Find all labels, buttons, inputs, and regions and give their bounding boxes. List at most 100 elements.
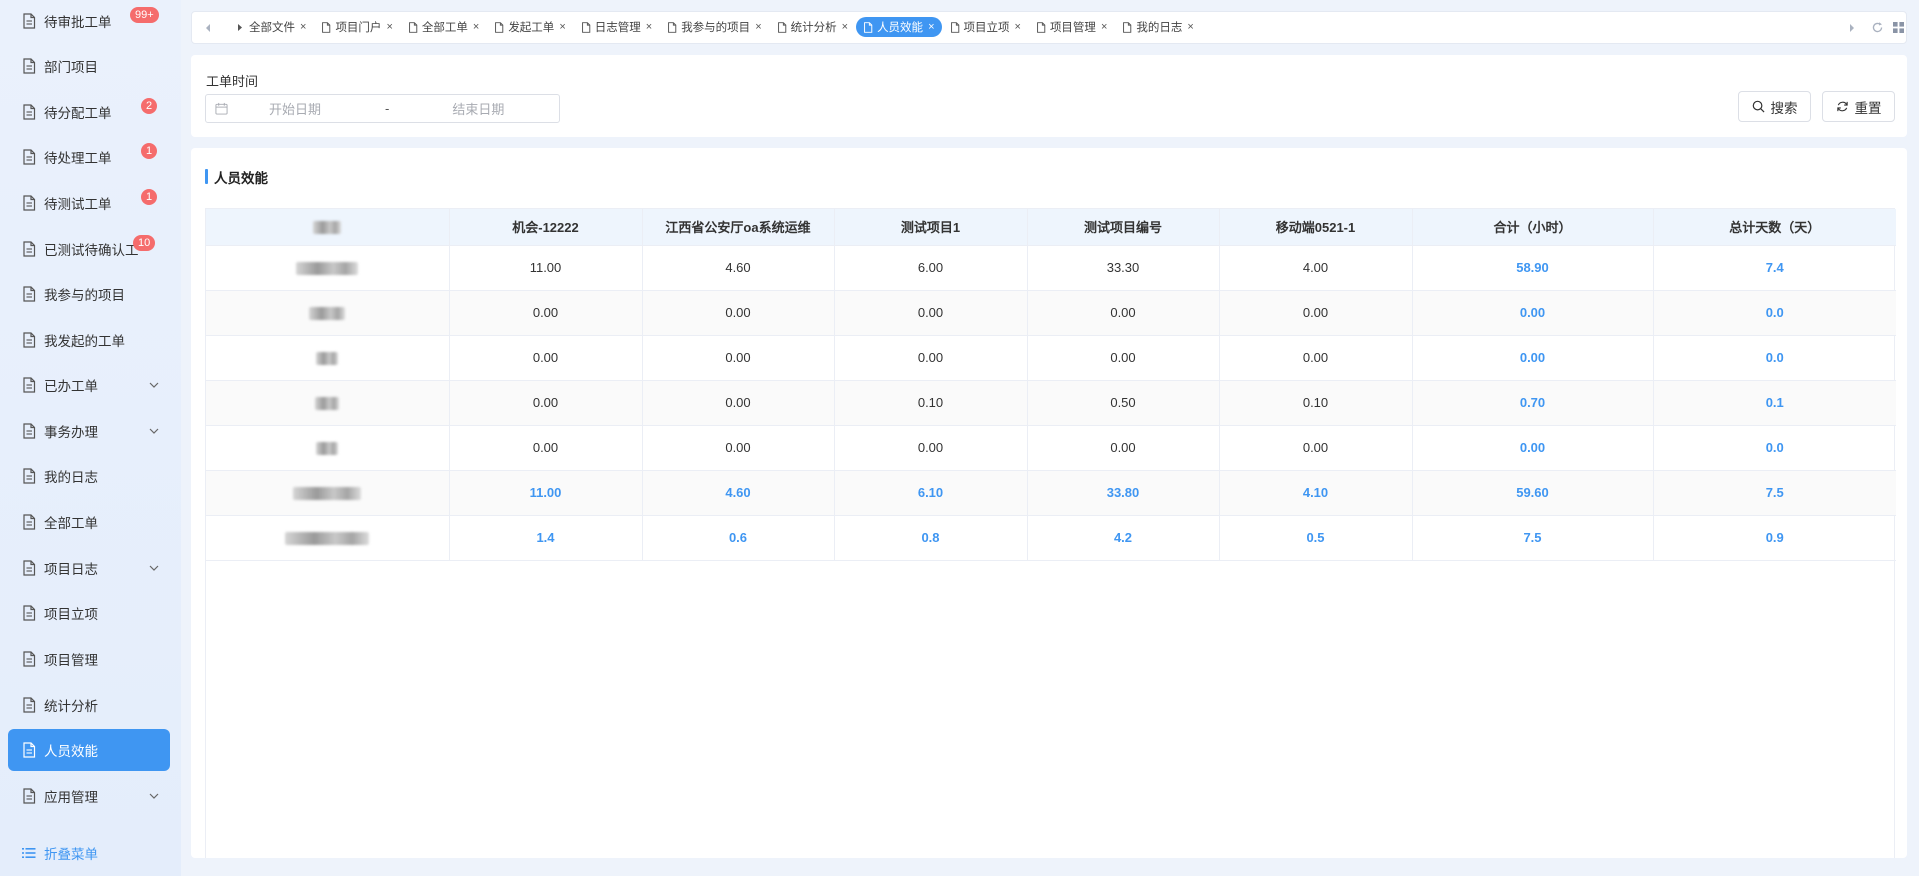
sidebar-item[interactable]: 项目日志 xyxy=(8,547,170,589)
close-icon[interactable]: × xyxy=(559,21,565,33)
value-cell: 6.10 xyxy=(834,470,1028,516)
total-cell: 0.00 xyxy=(1412,425,1654,471)
calendar-icon xyxy=(215,102,228,115)
sidebar-item[interactable]: 事务办理 xyxy=(8,410,170,452)
sidebar-item[interactable]: 统计分析 xyxy=(8,684,170,726)
tab-label: 日志管理 xyxy=(594,22,641,34)
tab[interactable]: 发起工单 × xyxy=(487,17,572,37)
grid-menu-icon[interactable] xyxy=(1884,12,1912,43)
tab[interactable]: 统计分析 × xyxy=(770,17,855,37)
tab[interactable]: 项目门户 × xyxy=(314,17,399,37)
search-button[interactable]: 搜索 xyxy=(1738,91,1811,122)
sidebar-item[interactable]: 应用管理 xyxy=(8,775,170,817)
close-icon[interactable]: × xyxy=(386,21,392,33)
document-icon xyxy=(22,149,36,165)
value-cell: 6.00 xyxy=(834,245,1028,291)
close-icon[interactable]: × xyxy=(1101,21,1107,33)
tab-scroll-right-icon[interactable] xyxy=(1838,12,1866,43)
tab[interactable]: 项目管理 × xyxy=(1029,17,1114,37)
value-cell: 4.60 xyxy=(642,245,835,291)
value-cell: 0.00 xyxy=(1027,425,1220,471)
tab[interactable]: 我参与的项目 × xyxy=(660,17,768,37)
table-row: 11.00 4.60 6.00 33.30 4.00 58.90 7.4 xyxy=(206,245,1896,291)
main-card: 人员效能 机会-12222 江西省公安厅oa系统运维 测试项目1 测试项目编号 移动端0… xyxy=(191,148,1907,858)
close-icon[interactable]: × xyxy=(1015,21,1021,33)
work-order-time-label: 工单时间 xyxy=(206,74,259,89)
tab-label: 我的日志 xyxy=(1136,22,1183,34)
sidebar-item[interactable]: 我发起的工单 xyxy=(8,319,170,361)
tab-label: 我参与的项目 xyxy=(681,22,751,34)
sidebar-item-label: 人员效能 xyxy=(44,744,98,759)
tab-label: 项目立项 xyxy=(963,22,1010,34)
sidebar-item[interactable]: 人员效能 xyxy=(8,729,170,771)
total-cell: 0.00 xyxy=(1412,335,1654,381)
sidebar-item[interactable]: 已测试待确认工单10 xyxy=(8,228,170,270)
tab[interactable]: 我的日志 × xyxy=(1115,17,1200,37)
total-cell: 0.70 xyxy=(1412,380,1654,426)
count-badge: 2 xyxy=(141,98,158,114)
menu-list-icon xyxy=(22,848,36,858)
sidebar-item-label: 已测试待确认工单 xyxy=(44,243,138,258)
tab-scroll-left-icon[interactable] xyxy=(194,12,222,43)
sidebar-item[interactable]: 项目立项 xyxy=(8,592,170,634)
reset-button[interactable]: 重置 xyxy=(1822,91,1895,122)
sidebar-item-label: 我参与的项目 xyxy=(44,288,125,303)
value-cell: 0.00 xyxy=(449,425,643,471)
document-icon xyxy=(22,13,36,29)
end-date-input[interactable]: 结束日期 xyxy=(452,99,504,118)
close-icon[interactable]: × xyxy=(300,21,306,33)
sidebar-item-label: 项目立项 xyxy=(44,607,98,622)
tab[interactable]: 全部文件 × xyxy=(228,17,313,37)
document-icon xyxy=(22,697,36,713)
tab[interactable]: 人员效能 × xyxy=(856,17,942,37)
reset-button-label: 重置 xyxy=(1854,100,1882,116)
close-icon[interactable]: × xyxy=(842,21,848,33)
value-cell: 33.30 xyxy=(1027,245,1220,291)
close-icon[interactable]: × xyxy=(1187,21,1193,33)
sidebar-item[interactable]: 待分配工单 2 xyxy=(8,91,170,133)
value-cell: 0.00 xyxy=(449,290,643,336)
value-cell: 0.00 xyxy=(642,380,835,426)
person-name-cell xyxy=(206,380,450,426)
chevron-down-icon xyxy=(148,790,160,802)
close-icon[interactable]: × xyxy=(646,21,652,33)
tab[interactable]: 项目立项 × xyxy=(943,17,1028,37)
sidebar-item[interactable]: 我参与的项目 xyxy=(8,273,170,315)
close-icon[interactable]: × xyxy=(928,21,934,33)
document-icon xyxy=(22,560,36,576)
refresh-icon xyxy=(1836,101,1848,112)
value-cell: 33.80 xyxy=(1027,470,1220,516)
sidebar-item[interactable]: 我的日志 xyxy=(8,455,170,497)
sidebar-item[interactable]: 待审批工单 99+ xyxy=(8,0,170,42)
total-cell: 7.5 xyxy=(1412,515,1654,561)
table-row: 0.00 0.00 0.10 0.50 0.10 0.70 0.1 xyxy=(206,380,1896,426)
sidebar-item[interactable]: 已办工单 xyxy=(8,364,170,406)
document-icon xyxy=(22,332,36,348)
value-cell: 11.00 xyxy=(449,245,643,291)
sidebar-item[interactable]: 项目管理 xyxy=(8,638,170,680)
collapse-menu-button[interactable]: 折叠菜单 xyxy=(22,843,98,863)
tab[interactable]: 日志管理 × xyxy=(574,17,659,37)
value-cell: 0.00 xyxy=(1219,335,1413,381)
document-icon xyxy=(22,195,36,211)
column-header: 合计（小时） xyxy=(1412,209,1654,246)
column-header: 江西省公安厅oa系统运维 xyxy=(642,209,835,246)
search-button-label: 搜索 xyxy=(1770,100,1798,116)
sidebar-item[interactable]: 待处理工单 1 xyxy=(8,136,170,178)
tab-label: 统计分析 xyxy=(790,22,837,34)
sidebar-item[interactable]: 部门项目 xyxy=(8,45,170,87)
table-row: 0.00 0.00 0.00 0.00 0.00 0.00 0.0 xyxy=(206,425,1896,471)
start-date-input[interactable]: 开始日期 xyxy=(269,99,321,118)
date-range-picker[interactable]: 开始日期 - 结束日期 xyxy=(205,94,560,123)
person-name-cell xyxy=(206,425,450,471)
tab-label: 人员效能 xyxy=(877,22,924,34)
document-icon xyxy=(950,21,960,33)
sidebar-item[interactable]: 待测试工单 1 xyxy=(8,182,170,224)
value-cell: 1.4 xyxy=(449,515,643,561)
close-icon[interactable]: × xyxy=(473,21,479,33)
close-icon[interactable]: × xyxy=(755,21,761,33)
tab[interactable]: 全部工单 × xyxy=(401,17,486,37)
value-cell: 0.00 xyxy=(834,425,1028,471)
table-row: 0.00 0.00 0.00 0.00 0.00 0.00 0.0 xyxy=(206,335,1896,381)
sidebar-item[interactable]: 全部工单 xyxy=(8,501,170,543)
